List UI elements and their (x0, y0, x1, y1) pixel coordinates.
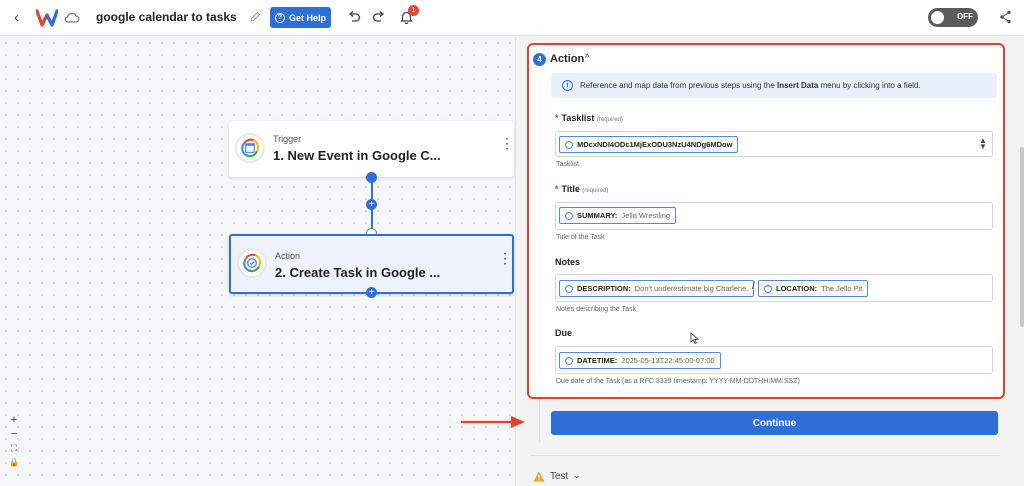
data-token-icon (764, 284, 772, 293)
insert-data-info-banner: i Reference and map data from previous s… (551, 73, 997, 98)
get-help-button[interactable]: ? Get Help (270, 7, 331, 28)
undo-icon[interactable] (347, 11, 361, 23)
expand-chevron-icon[interactable]: ⌄ (573, 470, 581, 481)
info-text: Reference and map data from previous ste… (580, 81, 921, 90)
google-tasks-icon (237, 248, 267, 278)
add-step-below-button[interactable]: + (366, 287, 377, 298)
step-number-badge: 4 (533, 53, 546, 66)
data-token-icon (565, 211, 573, 220)
summary-key: SUMMARY: (577, 211, 618, 220)
trigger-type-label: Trigger (273, 134, 302, 144)
description-key: DESCRIPTION: (577, 284, 631, 293)
tasklist-value-pill[interactable]: MDcxNDI4ODc1MjExODU3NzU4NDg6MDow (559, 136, 739, 153)
location-data-pill[interactable]: LOCATION: The Jello Pit (758, 280, 869, 297)
panel-scrollbar[interactable] (1020, 147, 1024, 327)
location-key: LOCATION: (776, 284, 818, 293)
warning-icon (533, 471, 545, 482)
add-step-button[interactable]: + (366, 199, 377, 210)
zoom-in-icon[interactable]: + (7, 414, 21, 428)
tasklist-help-text: Tasklist (556, 161, 579, 168)
notes-label: Notes (555, 257, 581, 267)
toggle-knob (931, 11, 944, 24)
due-help-text: Due date of the Task (as a RFC 3339 time… (556, 378, 800, 385)
trigger-step-card[interactable]: Trigger 1. New Event in Google C... ⋮ (229, 121, 514, 177)
connector-handle-icon[interactable] (366, 172, 377, 183)
data-token-icon (565, 356, 573, 365)
data-token-icon (565, 140, 573, 149)
cloud-sync-icon (64, 12, 80, 23)
test-section-title[interactable]: Test (550, 471, 568, 482)
title-help-text: Title of the Task (556, 234, 605, 241)
tasklist-label: * Tasklist (required) (555, 113, 623, 123)
toggle-state-label: OFF (957, 12, 973, 21)
lock-canvas-icon[interactable]: 🔒 (7, 458, 21, 472)
notes-help-text: Notes describing the Task (556, 306, 637, 313)
help-question-icon: ? (274, 12, 285, 23)
select-up-down-icon[interactable]: ▲ ▼ (979, 137, 987, 151)
action-type-label: Action (275, 251, 301, 261)
trigger-step-name: 1. New Event in Google C... (273, 148, 441, 163)
action-kebab-menu-icon[interactable]: ⋮ (498, 251, 512, 265)
zoom-out-icon[interactable]: − (7, 428, 21, 442)
action-step-name: 2. Create Task in Google ... (275, 265, 441, 280)
back-icon[interactable]: ‹ (14, 9, 19, 26)
mouse-pointer-icon (690, 332, 699, 344)
notes-separator: / (752, 281, 755, 292)
datetime-value: 2025-05-13T22:45:00-07:00 (621, 356, 715, 365)
section-divider (530, 455, 1000, 456)
notification-count-badge: 1 (408, 5, 419, 16)
google-calendar-icon (235, 133, 265, 163)
collapse-chevron-icon[interactable]: ^ (585, 53, 590, 64)
workflow-title[interactable]: google calendar to tasks (96, 10, 237, 24)
title-label: * Title (required) (555, 184, 609, 194)
action-section-title[interactable]: Action (550, 53, 584, 65)
summary-data-pill[interactable]: SUMMARY: Jello Wrestling (559, 207, 677, 224)
description-value: Don't underestimate big Charlene. (634, 284, 749, 293)
red-arrow-annotation-icon (461, 416, 525, 428)
description-data-pill[interactable]: DESCRIPTION: Don't underestimate big Cha… (559, 280, 755, 297)
datetime-data-pill[interactable]: DATETIME: 2025-05-13T22:45:00-07:00 (559, 352, 721, 369)
edit-pencil-icon[interactable] (249, 11, 261, 23)
summary-value: Jello Wrestling (621, 211, 671, 220)
datetime-key: DATETIME: (577, 356, 618, 365)
app-logo-icon[interactable] (36, 8, 58, 28)
share-icon[interactable] (999, 10, 1012, 24)
due-label: Due (555, 328, 573, 338)
continue-button[interactable]: Continue (551, 411, 998, 435)
location-value: The Jello Pit (821, 284, 863, 293)
get-help-label: Get Help (288, 12, 326, 23)
data-token-icon (565, 284, 573, 293)
action-step-card[interactable]: Action 2. Create Task in Google ... ⋮ (229, 234, 514, 294)
fit-view-icon[interactable]: ⛶ (7, 443, 21, 457)
top-bar: ‹ google calendar to tasks ? Get Help 1 … (0, 0, 1024, 36)
workflow-on-off-toggle[interactable]: OFF (928, 8, 978, 27)
redo-icon[interactable] (372, 11, 386, 23)
trigger-kebab-menu-icon[interactable]: ⋮ (500, 136, 514, 150)
info-icon: i (562, 80, 573, 91)
tasklist-value: MDcxNDI4ODc1MjExODU3NzU4NDg6MDow (577, 140, 733, 149)
